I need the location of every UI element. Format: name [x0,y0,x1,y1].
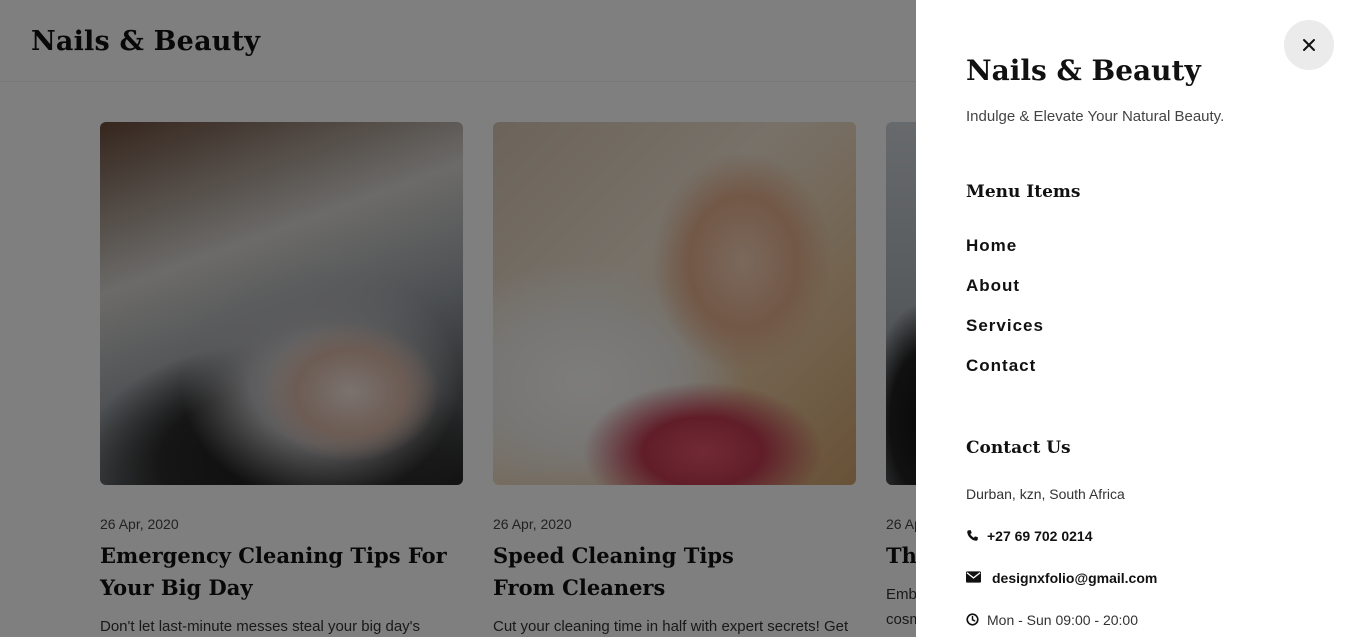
contact-hours: Mon - Sun 09:00 - 20:00 [966,612,1138,628]
close-button[interactable] [1284,20,1334,70]
menu-item: Home [966,234,1044,274]
hours-text: Mon - Sun 09:00 - 20:00 [987,612,1138,628]
menu-item: Services [966,314,1044,354]
phone-text[interactable]: +27 69 702 0214 [987,528,1093,544]
address-text: Durban, kzn, South Africa [966,486,1125,502]
email-text[interactable]: designxfolio@gmail.com [992,570,1157,586]
menu-item: Contact [966,354,1044,394]
contact-phone[interactable]: +27 69 702 0214 [966,528,1093,544]
contact-address: Durban, kzn, South Africa [966,486,1125,502]
close-icon [1302,38,1316,52]
menu-item: About [966,274,1044,314]
phone-icon [966,529,980,543]
menu-heading: Menu Items [966,182,1081,202]
menu-link-home[interactable]: Home [966,234,1017,258]
panel-brand: Nails & Beauty [966,54,1201,87]
envelope-icon [966,571,984,585]
contact-heading: Contact Us [966,438,1071,458]
clock-icon [966,613,980,627]
menu-list: Home About Services Contact [966,234,1044,394]
menu-link-contact[interactable]: Contact [966,354,1036,378]
side-panel: Nails & Beauty Indulge & Elevate Your Na… [916,0,1350,637]
menu-link-about[interactable]: About [966,274,1020,298]
panel-tagline: Indulge & Elevate Your Natural Beauty. [966,108,1225,125]
menu-link-services[interactable]: Services [966,314,1044,338]
contact-email[interactable]: designxfolio@gmail.com [966,570,1157,586]
